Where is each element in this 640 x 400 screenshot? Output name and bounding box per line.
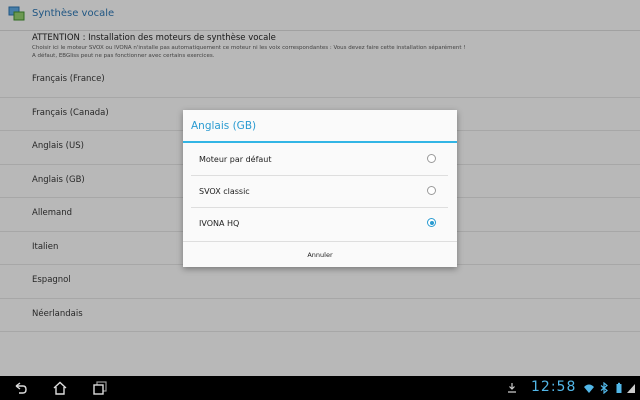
- dialog-title: Anglais (GB): [191, 120, 257, 132]
- engine-dialog: Anglais (GB) Moteur par défaut SVOX clas…: [183, 110, 457, 267]
- option-default-engine[interactable]: Moteur par défaut: [191, 143, 448, 176]
- option-label: IVONA HQ: [199, 219, 240, 228]
- cancel-button[interactable]: Annuler: [183, 241, 457, 268]
- radio-button[interactable]: [427, 154, 436, 163]
- back-icon[interactable]: [12, 380, 28, 396]
- bluetooth-icon: [600, 382, 608, 394]
- home-icon[interactable]: [52, 380, 68, 396]
- signal-icon: [627, 384, 635, 393]
- option-label: SVOX classic: [199, 187, 250, 196]
- recent-apps-icon[interactable]: [92, 380, 108, 396]
- option-ivona-hq[interactable]: IVONA HQ: [191, 207, 448, 239]
- clock[interactable]: 12:58: [531, 379, 576, 395]
- battery-icon: [616, 382, 622, 393]
- radio-button[interactable]: [427, 186, 436, 195]
- download-icon[interactable]: [506, 382, 518, 394]
- radio-button-selected[interactable]: [427, 218, 436, 227]
- option-label: Moteur par défaut: [199, 155, 272, 164]
- system-bar: 12:58: [0, 376, 640, 400]
- option-svox-classic[interactable]: SVOX classic: [191, 175, 448, 208]
- wifi-icon: [584, 384, 594, 393]
